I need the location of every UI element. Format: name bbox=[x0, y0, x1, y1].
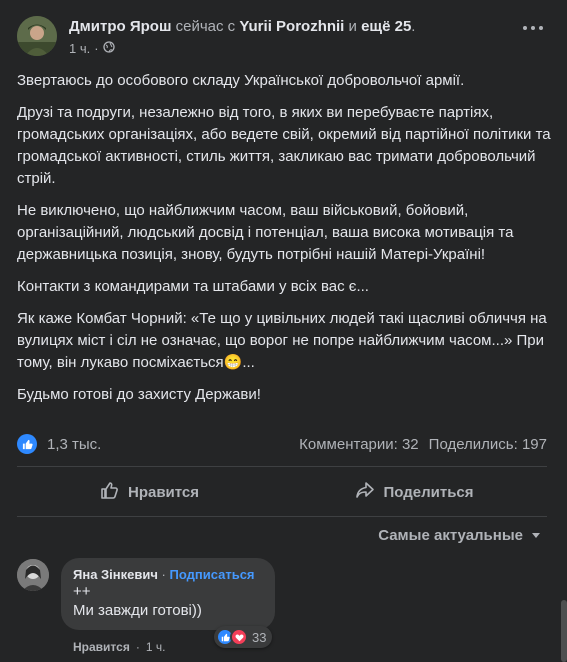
like-button-label: Нравится bbox=[127, 483, 200, 501]
share-arrow-icon bbox=[355, 480, 375, 504]
divider bbox=[17, 516, 547, 517]
thumbs-up-icon bbox=[100, 480, 120, 504]
post-header: Дмитро Ярош сейчас с Yurii Porozhnii и е… bbox=[69, 18, 415, 35]
like-reaction-icon[interactable] bbox=[17, 434, 37, 454]
author-avatar[interactable] bbox=[17, 16, 57, 56]
commenter-name[interactable]: Яна Зінкевич bbox=[73, 567, 158, 582]
divider bbox=[17, 466, 547, 467]
meta-separator: · bbox=[94, 41, 99, 56]
tagged-user[interactable]: Yurii Porozhnii bbox=[239, 18, 344, 35]
with-prefix: сейчас с bbox=[175, 18, 236, 35]
paragraph: Як каже Комбат Чорний: «Те що у цивільни… bbox=[17, 310, 547, 371]
scrollbar[interactable] bbox=[561, 600, 567, 662]
paragraph: Контакти з командирами та штабами у всіх… bbox=[17, 278, 369, 295]
likes-count[interactable]: 1,3 тыс. bbox=[47, 436, 101, 453]
comment-actions: Нравится · 1 ч. bbox=[73, 640, 165, 654]
paragraph: Будьмо готові до захисту Держави! bbox=[17, 386, 261, 403]
paragraph: Не виключено, що найближчим часом, ваш в… bbox=[17, 202, 514, 263]
share-button[interactable]: Поделиться bbox=[282, 470, 547, 514]
commenter-avatar[interactable] bbox=[17, 559, 49, 591]
more-tagged-link[interactable]: ещё 25 bbox=[361, 18, 411, 35]
heart-icon bbox=[230, 628, 248, 646]
share-button-label: Поделиться bbox=[383, 483, 474, 501]
comments-count[interactable]: Комментарии: 32 bbox=[299, 436, 419, 453]
comment-bubble: Яна Зінкевич · Подписаться ++ Ми завжди … bbox=[61, 558, 275, 630]
post-actions: Нравится Поделиться bbox=[17, 470, 547, 514]
post-stats: 1,3 тыс. Комментарии: 32 Поделились: 197 bbox=[17, 434, 547, 456]
comment-separator: · bbox=[161, 567, 166, 582]
post-meta: 1 ч. · bbox=[69, 41, 115, 56]
chevron-down-icon bbox=[531, 527, 541, 544]
post-card: Дмитро Ярош сейчас с Yurii Porozhnii и е… bbox=[0, 0, 567, 662]
paragraph: Звертаюсь до особового складу Українсько… bbox=[17, 72, 465, 89]
follow-button[interactable]: Подписаться bbox=[170, 567, 255, 582]
comment-line: ++ bbox=[73, 583, 91, 600]
paragraph: Друзі та подруги, незалежно від того, в … bbox=[17, 104, 551, 187]
author-name[interactable]: Дмитро Ярош bbox=[69, 18, 171, 35]
post-time[interactable]: 1 ч. bbox=[69, 41, 90, 56]
comment-reactions[interactable]: 33 bbox=[214, 626, 273, 648]
comment-sort-dropdown[interactable]: Самые актуальные bbox=[378, 527, 541, 544]
more-options-icon[interactable] bbox=[523, 26, 543, 30]
header-suffix: . bbox=[411, 18, 416, 35]
and-text: и bbox=[348, 18, 357, 35]
comment-time[interactable]: 1 ч. bbox=[146, 640, 166, 654]
sort-label: Самые актуальные bbox=[378, 527, 523, 544]
reaction-count: 33 bbox=[252, 629, 267, 645]
shares-count[interactable]: Поделились: 197 bbox=[429, 436, 547, 453]
globe-icon bbox=[102, 41, 115, 56]
comment-like-button[interactable]: Нравится bbox=[73, 640, 130, 654]
post-body: Звертаюсь до особового складу Українсько… bbox=[17, 70, 552, 416]
comment-line: Ми завжди готові)) bbox=[73, 602, 202, 619]
comment-separator: · bbox=[135, 640, 140, 654]
like-button[interactable]: Нравится bbox=[17, 470, 282, 514]
comment-header: Яна Зінкевич · Подписаться bbox=[73, 567, 263, 582]
